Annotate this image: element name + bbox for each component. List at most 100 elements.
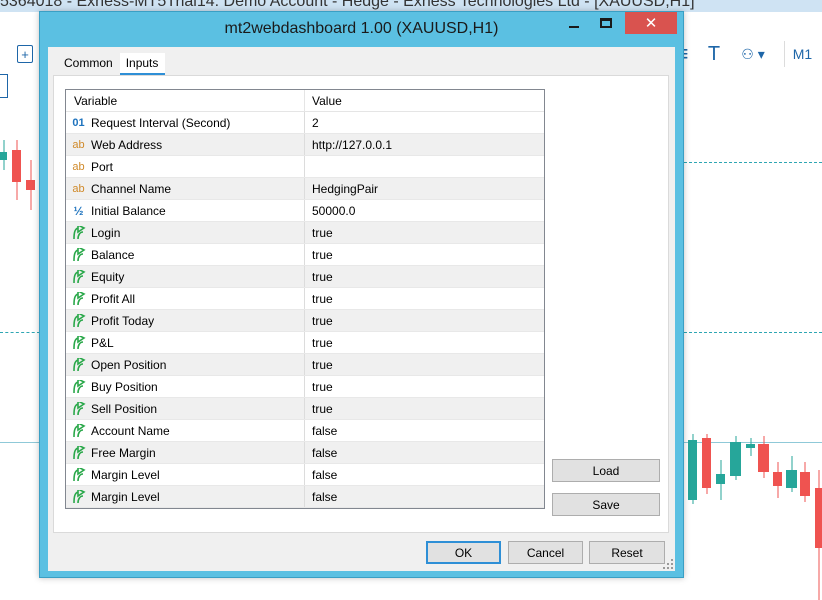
string-icon: ab: [72, 160, 85, 173]
value-cell[interactable]: HedgingPair: [305, 182, 544, 196]
candle: [773, 462, 782, 498]
variable-name: Balance: [91, 247, 135, 262]
bool-icon: [70, 269, 87, 284]
string-icon: ab: [72, 138, 85, 151]
variable-cell: Balance: [66, 244, 305, 265]
input-row[interactable]: ½ Initial Balance 50000.0: [66, 200, 544, 222]
tab-bar: Common Inputs: [58, 53, 166, 75]
indicator-properties-dialog: mt2webdashboard 1.00 (XAUUSD,H1) ✕ Commo…: [39, 11, 684, 578]
input-row[interactable]: ab Port: [66, 156, 544, 178]
variable-cell: Equity: [66, 266, 305, 287]
variable-name: Profit Today: [91, 313, 155, 328]
input-row[interactable]: ab Channel Name HedgingPair: [66, 178, 544, 200]
shapes-dropdown-icon[interactable]: ⚇ ▾: [734, 41, 772, 67]
input-row[interactable]: Open Position true: [66, 354, 544, 376]
candle: [786, 456, 797, 492]
value-cell[interactable]: 50000.0: [305, 204, 544, 218]
value-cell[interactable]: false: [305, 424, 544, 438]
bool-icon: [70, 489, 87, 504]
bool-icon: [70, 379, 87, 394]
terminal-window-title: 5364018 - Exness-MT5Trial14: Demo Accoun…: [0, 0, 695, 10]
value-cell[interactable]: true: [305, 380, 544, 394]
tab-common[interactable]: Common: [58, 53, 120, 75]
value-cell[interactable]: true: [305, 336, 544, 350]
input-row[interactable]: P&L true: [66, 332, 544, 354]
price-level-line: [0, 332, 40, 333]
variable-name: Request Interval (Second): [91, 115, 231, 130]
input-row[interactable]: Buy Position true: [66, 376, 544, 398]
bool-icon: [70, 247, 87, 262]
input-row[interactable]: 01 Request Interval (Second) 2: [66, 112, 544, 134]
tab-inputs[interactable]: Inputs: [119, 53, 166, 75]
variable-cell: Buy Position: [66, 376, 305, 397]
candle: [688, 434, 697, 504]
grid-body: 01 Request Interval (Second) 2 ab Web Addres…: [66, 112, 544, 508]
price-level-line: [684, 332, 822, 333]
input-row[interactable]: Balance true: [66, 244, 544, 266]
input-row[interactable]: Margin Level false: [66, 464, 544, 486]
variable-name: Margin Level: [91, 489, 160, 504]
grid-header: Variable Value: [66, 90, 544, 112]
value-cell[interactable]: true: [305, 292, 544, 306]
input-row[interactable]: ab Web Address http://127.0.0.1: [66, 134, 544, 156]
input-row[interactable]: Free Margin false: [66, 442, 544, 464]
maximize-button[interactable]: [591, 12, 621, 34]
window-controls: ✕: [557, 12, 677, 34]
timeframe-button[interactable]: M1: [784, 41, 820, 67]
bool-icon: [70, 291, 87, 306]
variable-name: Channel Name: [91, 181, 172, 196]
variable-cell: Margin Level: [66, 486, 305, 507]
variable-cell: Profit All: [66, 288, 305, 309]
variable-name: Account Name: [91, 423, 170, 438]
load-button[interactable]: Load: [552, 459, 660, 482]
bool-icon: [70, 423, 87, 438]
bool-icon: [70, 445, 87, 460]
value-cell[interactable]: true: [305, 358, 544, 372]
reset-button[interactable]: Reset: [589, 541, 665, 564]
value-cell[interactable]: 2: [305, 116, 544, 130]
value-cell[interactable]: false: [305, 446, 544, 460]
value-cell[interactable]: true: [305, 270, 544, 284]
value-cell[interactable]: true: [305, 248, 544, 262]
ok-button[interactable]: OK: [426, 541, 501, 564]
value-cell[interactable]: false: [305, 490, 544, 504]
inputs-tab-panel: Variable Value 01 Request Interval (Secon…: [53, 75, 669, 533]
input-row[interactable]: Sell Position true: [66, 398, 544, 420]
column-header-value[interactable]: Value: [305, 90, 544, 111]
value-cell[interactable]: false: [305, 468, 544, 482]
bool-icon: [70, 401, 87, 416]
input-row[interactable]: Login true: [66, 222, 544, 244]
resize-grip-icon[interactable]: [663, 559, 673, 569]
input-row[interactable]: Profit All true: [66, 288, 544, 310]
cancel-button[interactable]: Cancel: [508, 541, 583, 564]
price-level-line: [684, 162, 822, 163]
minimize-button[interactable]: [559, 12, 589, 34]
variable-name: Free Margin: [91, 445, 156, 460]
input-row[interactable]: Profit Today true: [66, 310, 544, 332]
bool-icon: [70, 467, 87, 482]
variable-name: Margin Level: [91, 467, 160, 482]
column-header-variable[interactable]: Variable: [66, 90, 305, 111]
input-row[interactable]: Account Name false: [66, 420, 544, 442]
inputs-grid: Variable Value 01 Request Interval (Secon…: [65, 89, 545, 509]
close-button[interactable]: ✕: [625, 12, 677, 34]
variable-cell: Profit Today: [66, 310, 305, 331]
input-row[interactable]: Equity true: [66, 266, 544, 288]
candle: [758, 436, 769, 478]
value-cell[interactable]: http://127.0.0.1: [305, 138, 544, 152]
variable-cell: ab Channel Name: [66, 178, 305, 199]
text-tool-icon[interactable]: T: [702, 41, 726, 67]
maximize-icon: [600, 18, 612, 28]
bool-icon: [70, 225, 87, 240]
candle: [12, 140, 21, 200]
candle: [800, 462, 810, 502]
variable-cell: 01 Request Interval (Second): [66, 112, 305, 133]
save-button[interactable]: Save: [552, 493, 660, 516]
input-row[interactable]: Margin Level false: [66, 486, 544, 508]
value-cell[interactable]: true: [305, 402, 544, 416]
value-cell[interactable]: true: [305, 226, 544, 240]
variable-cell: Margin Level: [66, 464, 305, 485]
candle: [716, 460, 725, 500]
value-cell[interactable]: true: [305, 314, 544, 328]
new-chart-icon[interactable]: +: [14, 41, 36, 67]
